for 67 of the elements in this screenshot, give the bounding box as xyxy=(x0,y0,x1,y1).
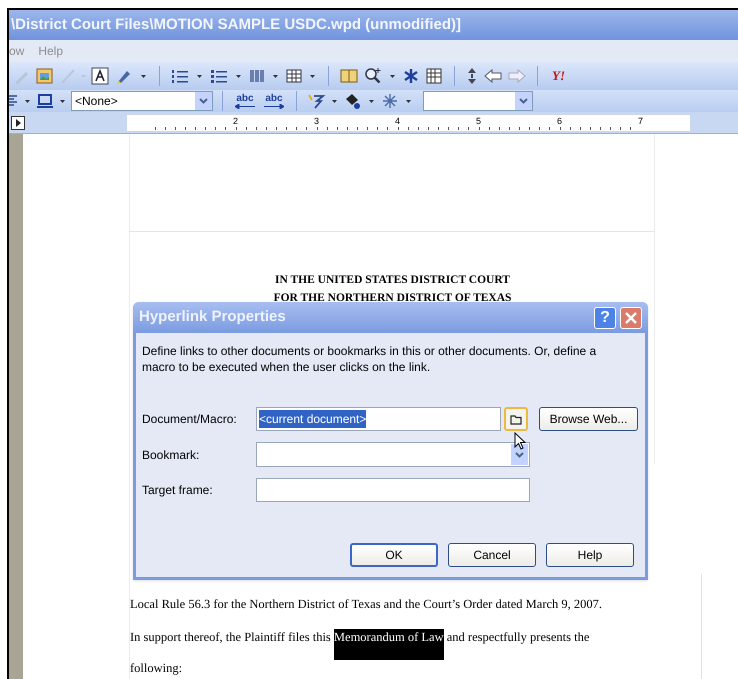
paragraph: In support thereof, the Plaintiff files this Memorandum of Law and respectfully presents the xyxy=(130,629,590,660)
grid-icon[interactable] xyxy=(424,66,444,86)
numbered-list-icon[interactable] xyxy=(170,67,190,85)
window-title: \District Court Files\MOTION SAMPLE USDC.wpd (unmodified)] xyxy=(11,14,461,35)
close-icon[interactable] xyxy=(625,312,637,324)
heading-text: IN THE UNITED STATES DISTRICT COURT xyxy=(275,273,510,288)
field-label: Bookmark: xyxy=(142,446,200,464)
font-size-dropdown[interactable] xyxy=(423,91,533,111)
asterisk-icon[interactable] xyxy=(402,67,420,85)
mouse-cursor-icon xyxy=(514,432,526,450)
columns-icon[interactable] xyxy=(248,67,266,85)
align-icon[interactable] xyxy=(9,94,19,108)
help-button[interactable]: ? xyxy=(594,306,616,328)
book-icon[interactable] xyxy=(339,67,359,85)
chevron-down-icon[interactable] xyxy=(519,98,528,104)
caret-icon[interactable] xyxy=(332,100,337,102)
close-button[interactable] xyxy=(620,306,642,328)
caret-icon[interactable] xyxy=(273,74,278,78)
paragraph: following: xyxy=(130,660,182,676)
paragraph: Local Rule 56.3 for the Northern District of Texas and the Court’s Order dated March 9, 2007. xyxy=(130,596,602,612)
chevron-down-icon[interactable] xyxy=(515,452,524,458)
browse-web-button[interactable]: Browse Web... xyxy=(539,407,638,431)
dialog-button[interactable]: OK xyxy=(350,543,438,567)
ruler-number: 7 xyxy=(638,116,643,126)
triangle-right-icon[interactable] xyxy=(15,118,21,126)
caret-icon[interactable] xyxy=(310,74,315,78)
ruler-number: 6 xyxy=(556,116,562,126)
heading-text: FOR THE NORTHERN DISTRICT OF TEXAS xyxy=(274,291,512,306)
input-field[interactable] xyxy=(256,478,530,502)
back-arrow-icon[interactable] xyxy=(483,68,503,84)
picture-frame-icon[interactable] xyxy=(35,66,55,86)
dialog-button[interactable]: Cancel xyxy=(448,543,536,567)
input-field[interactable]: <current document> xyxy=(256,407,501,431)
caret-icon[interactable] xyxy=(141,74,146,78)
caret-icon[interactable] xyxy=(197,74,202,78)
caret-icon[interactable] xyxy=(236,74,241,78)
text-box-icon[interactable] xyxy=(90,66,110,86)
bullet-list-icon[interactable] xyxy=(209,67,229,85)
field-label: Document/Macro: xyxy=(142,411,238,428)
dialog-description: Define links to other documents or bookmarks in this or other documents. Or, define a macro to be executed when the user clicks on the link. xyxy=(142,343,598,375)
right-arrow-icon[interactable] xyxy=(264,104,284,108)
folder-button[interactable] xyxy=(504,407,528,431)
ruler-number: 5 xyxy=(476,116,481,126)
left-arrow-icon[interactable] xyxy=(235,104,255,108)
ruler-number: 2 xyxy=(232,116,238,126)
caret-icon[interactable] xyxy=(406,100,411,102)
caret-icon[interactable] xyxy=(390,74,395,78)
dialog-title: Hyperlink Properties xyxy=(139,307,286,328)
sparkle-icon[interactable] xyxy=(380,92,400,110)
ruler-number: 4 xyxy=(394,116,400,126)
tab-type-button[interactable] xyxy=(11,116,25,130)
field-label: Target frame: xyxy=(142,482,214,499)
chevron-down-icon[interactable] xyxy=(199,98,208,104)
table-icon[interactable] xyxy=(285,67,303,85)
spell-button[interactable]: abc xyxy=(261,94,287,108)
caret-icon[interactable] xyxy=(60,100,65,102)
up-down-arrows-icon[interactable] xyxy=(465,66,479,86)
caret-icon[interactable] xyxy=(369,100,374,102)
spell-button[interactable]: abc xyxy=(232,94,258,108)
logo-button[interactable]: Y! xyxy=(552,66,565,86)
ruler-number: 3 xyxy=(314,116,319,126)
caret-icon[interactable] xyxy=(25,100,30,102)
zoom-icon[interactable] xyxy=(363,66,383,86)
folder-icon[interactable] xyxy=(510,414,522,424)
style-dropdown[interactable]: <None> xyxy=(71,91,213,111)
script-icon[interactable] xyxy=(306,92,326,110)
dialog-button[interactable]: Help xyxy=(546,543,634,567)
